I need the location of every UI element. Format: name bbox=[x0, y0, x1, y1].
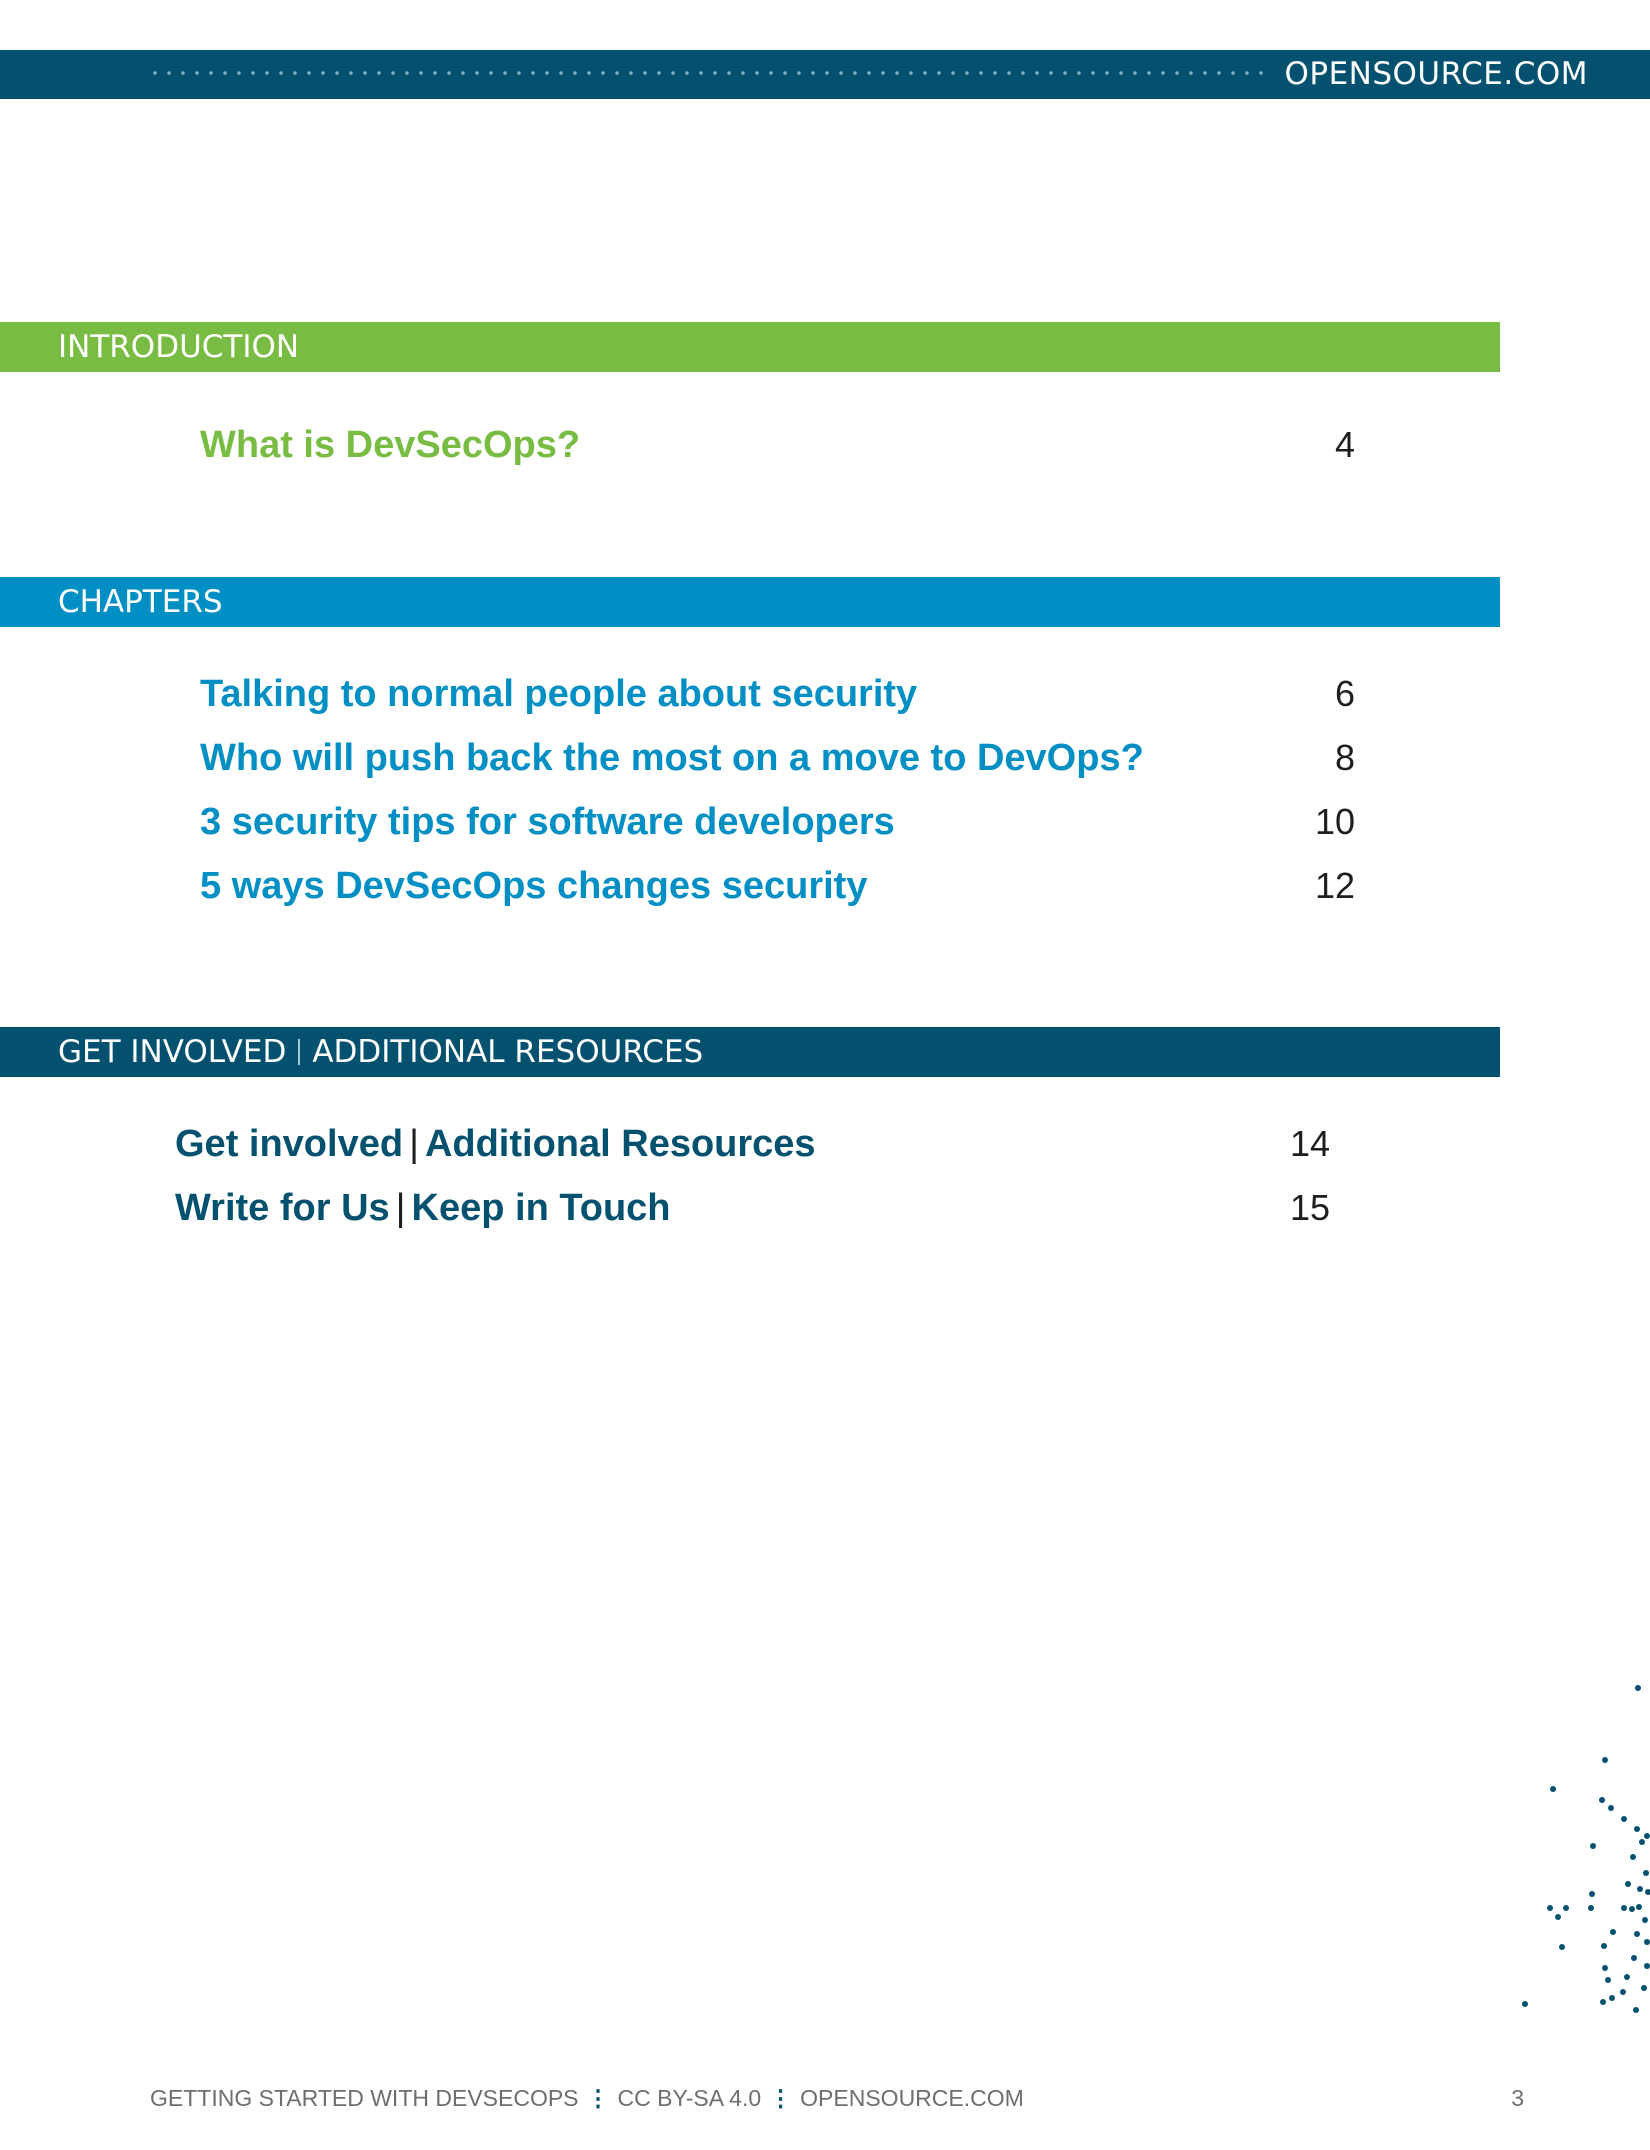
toc-entry-page: 4 bbox=[1334, 424, 1355, 465]
footer-license: CC BY-SA 4.0 bbox=[617, 2085, 762, 2111]
section-bar-chapters: CHAPTERS bbox=[0, 577, 1500, 627]
toc-entry-chapter-2[interactable]: Who will push back the most on a move to… bbox=[200, 730, 1355, 786]
toc-entry-page: 14 bbox=[1289, 1123, 1330, 1164]
toc-entry-page: 15 bbox=[1289, 1187, 1330, 1228]
footer-separator: ⋮ bbox=[769, 2085, 793, 2111]
toc-entry-page: 6 bbox=[1334, 673, 1355, 714]
toc-entry-title[interactable]: 3 security tips for software developers bbox=[200, 794, 895, 850]
toc-entry-what-is-devsecops[interactable]: What is DevSecOps? 4 bbox=[200, 417, 1355, 473]
toc-entry-title-right: Additional Resources bbox=[424, 1123, 816, 1165]
toc-entry-title-left: Write for Us bbox=[175, 1187, 390, 1229]
toc-entry-chapter-3[interactable]: 3 security tips for software developers … bbox=[200, 794, 1355, 850]
toc-entry-page: 10 bbox=[1314, 801, 1355, 842]
toc-entry-title-pipe: | bbox=[409, 1123, 419, 1165]
footer-page-number: 3 bbox=[1511, 2085, 1524, 2111]
footer-separator: ⋮ bbox=[586, 2085, 610, 2111]
header-dotted-rule bbox=[148, 70, 1266, 76]
footer-book-title: GETTING STARTED WITH DEVSECOPS bbox=[150, 2085, 579, 2111]
toc-entry-title[interactable]: 5 ways DevSecOps changes security bbox=[200, 858, 867, 914]
section-title-chapters: CHAPTERS bbox=[58, 584, 223, 620]
toc-entry-title[interactable]: What is DevSecOps? bbox=[200, 417, 580, 473]
toc-entry-title[interactable]: Write for Us | Keep in Touch bbox=[175, 1180, 671, 1236]
footer-book-info: GETTING STARTED WITH DEVSECOPS ⋮ CC BY-SA … bbox=[150, 2082, 1024, 2114]
section-bar-introduction: INTRODUCTION bbox=[0, 322, 1500, 372]
toc-entry-title[interactable]: Get involved | Additional Resources bbox=[175, 1116, 816, 1172]
decorative-dot-cluster bbox=[1522, 1685, 1650, 2013]
section-title-introduction: INTRODUCTION bbox=[58, 329, 300, 365]
toc-entry-chapter-1[interactable]: Talking to normal people about security … bbox=[200, 666, 1355, 722]
toc-entry-page: 8 bbox=[1334, 737, 1355, 778]
section-title-get-involved: GET INVOLVED ADDITIONAL RESOURCES bbox=[58, 1027, 703, 1077]
toc-entry-chapter-4[interactable]: 5 ways DevSecOps changes security 12 bbox=[200, 858, 1355, 914]
toc-entry-title-left: Get involved bbox=[175, 1123, 404, 1165]
toc-entry-title[interactable]: Who will push back the most on a move to… bbox=[200, 730, 1144, 786]
toc-entry-write-for-us[interactable]: Write for Us | Keep in Touch 15 bbox=[175, 1180, 1330, 1236]
toc-entry-get-involved[interactable]: Get involved | Additional Resources 14 bbox=[175, 1116, 1330, 1172]
header-site-name[interactable]: OPENSOURCE.COM bbox=[1284, 54, 1588, 94]
toc-entry-title-pipe: | bbox=[395, 1187, 406, 1229]
toc-entry-page: 12 bbox=[1314, 865, 1355, 906]
footer-site[interactable]: OPENSOURCE.COM bbox=[800, 2085, 1024, 2111]
section-title-left: GET INVOLVED bbox=[58, 1034, 287, 1070]
section-title-right: ADDITIONAL RESOURCES bbox=[312, 1034, 704, 1070]
section-bar-get-involved: GET INVOLVED ADDITIONAL RESOURCES bbox=[0, 1027, 1500, 1077]
toc-entry-title[interactable]: Talking to normal people about security bbox=[200, 666, 917, 722]
toc-entry-title-right: Keep in Touch bbox=[411, 1187, 671, 1229]
section-title-divider bbox=[298, 1039, 301, 1065]
